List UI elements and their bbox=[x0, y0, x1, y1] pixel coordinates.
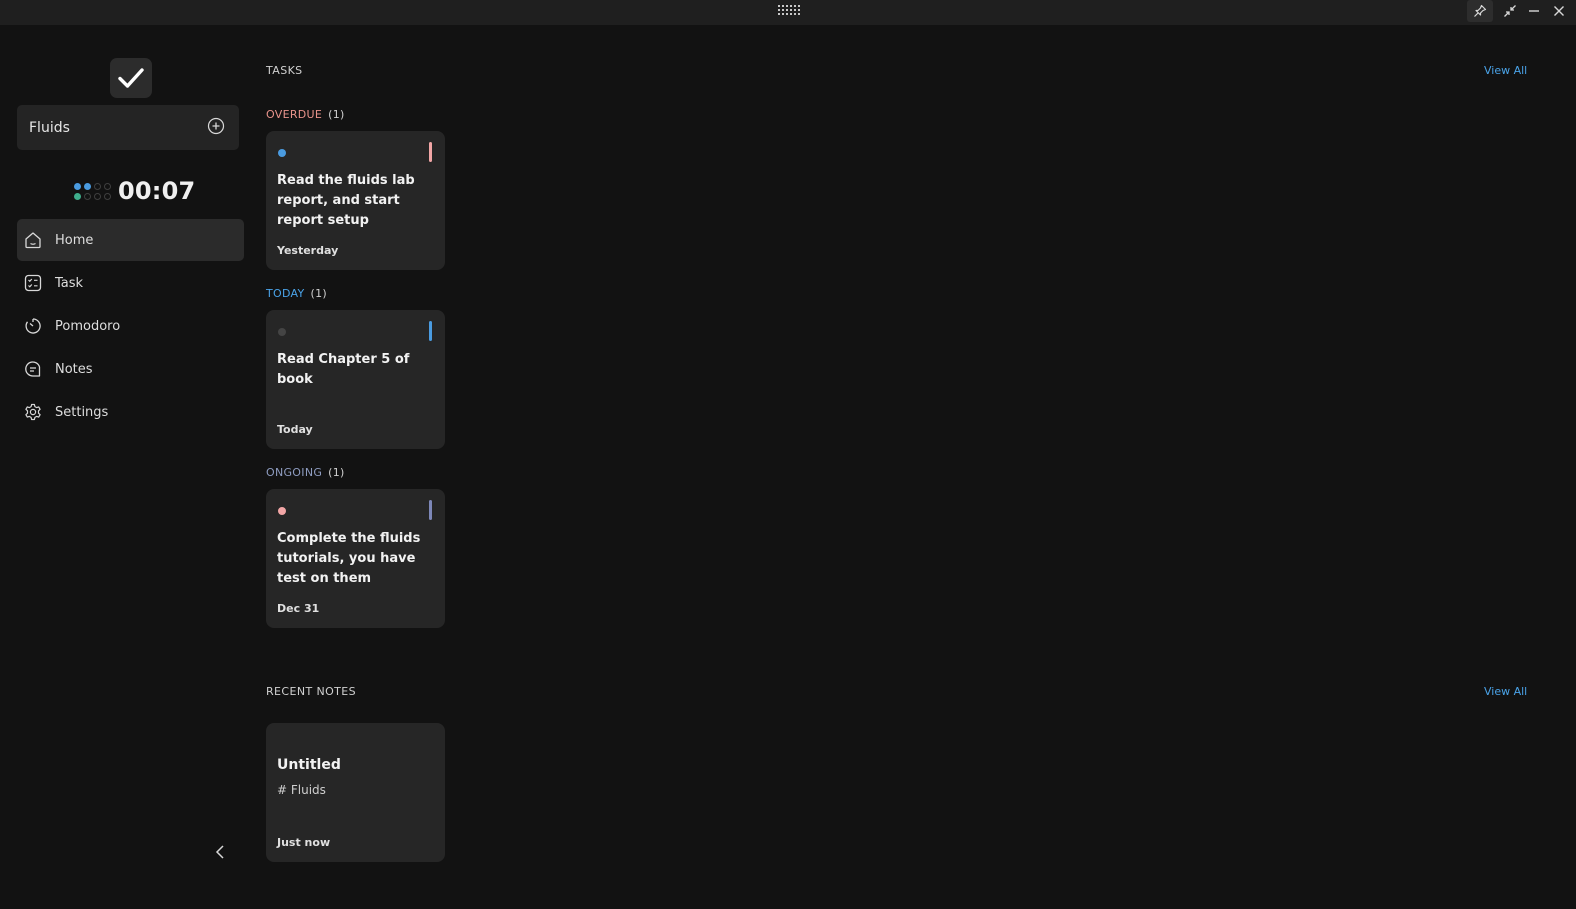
task-title: Read the fluids lab report, and start re… bbox=[277, 173, 415, 228]
session-dots-icon bbox=[74, 182, 111, 200]
drag-grip-icon[interactable] bbox=[778, 5, 800, 17]
pomodoro-timer[interactable]: 00:07 bbox=[74, 176, 195, 206]
task-date: Yesterday bbox=[277, 244, 339, 257]
sidebar-item-label: Home bbox=[55, 232, 94, 248]
timer-icon bbox=[22, 315, 44, 337]
pin-button[interactable] bbox=[1467, 0, 1493, 22]
sidebar-item-label: Settings bbox=[55, 404, 109, 420]
group-count: (1) bbox=[310, 287, 328, 300]
sidebar-item-label: Notes bbox=[55, 361, 93, 377]
title-bar bbox=[0, 0, 1576, 25]
sidebar-item-task[interactable]: Task bbox=[17, 262, 244, 304]
priority-bar bbox=[429, 321, 432, 341]
task-card[interactable]: Read Chapter 5 of book Today bbox=[266, 310, 445, 449]
note-card[interactable]: Untitled # Fluids Just now bbox=[266, 723, 445, 862]
notes-view-all-link[interactable]: View All bbox=[1484, 685, 1527, 698]
group-count: (1) bbox=[328, 108, 345, 121]
app-logo bbox=[110, 58, 152, 98]
task-title: Complete the fluids tutorials, you have … bbox=[277, 531, 421, 586]
group-overdue-label: OVERDUE (1) bbox=[266, 108, 345, 121]
project-name: Fluids bbox=[29, 119, 70, 136]
group-name: ONGOING bbox=[266, 466, 323, 479]
sidebar-item-notes[interactable]: Notes bbox=[17, 348, 244, 390]
tasks-heading: TASKS bbox=[266, 64, 303, 77]
chevron-left-icon bbox=[215, 845, 224, 859]
minimize-icon bbox=[1529, 10, 1539, 12]
task-date: Dec 31 bbox=[277, 602, 320, 615]
project-color-dot bbox=[278, 149, 286, 157]
collapse-sidebar-button[interactable] bbox=[211, 842, 229, 862]
note-date: Just now bbox=[277, 836, 331, 849]
group-name: TODAY bbox=[266, 287, 305, 300]
home-icon bbox=[22, 229, 44, 251]
project-color-dot bbox=[278, 507, 286, 515]
task-title: Read Chapter 5 of book bbox=[277, 352, 410, 387]
notes-icon bbox=[22, 358, 44, 380]
group-count: (1) bbox=[328, 466, 345, 479]
timer-value: 00:07 bbox=[118, 177, 196, 205]
group-today-label: TODAY (1) bbox=[266, 287, 327, 300]
checklist-icon bbox=[22, 272, 44, 294]
task-card[interactable]: Complete the fluids tutorials, you have … bbox=[266, 489, 445, 628]
shrink-icon bbox=[1504, 5, 1516, 17]
minimize-button[interactable] bbox=[1521, 0, 1547, 22]
sidebar-item-label: Task bbox=[55, 275, 84, 291]
close-icon bbox=[1554, 6, 1564, 16]
priority-bar bbox=[429, 500, 432, 520]
tasks-view-all-link[interactable]: View All bbox=[1484, 64, 1527, 77]
project-selector[interactable]: Fluids bbox=[17, 105, 239, 150]
sidebar-nav: Home Task Pomodoro Notes Settings bbox=[17, 219, 244, 434]
sidebar-item-label: Pomodoro bbox=[55, 318, 121, 334]
group-name: OVERDUE bbox=[266, 108, 323, 121]
recent-notes-heading: RECENT NOTES bbox=[266, 685, 357, 698]
gear-icon bbox=[22, 401, 44, 423]
plus-circle-icon[interactable] bbox=[207, 117, 225, 139]
task-card[interactable]: Read the fluids lab report, and start re… bbox=[266, 131, 445, 270]
group-ongoing-label: ONGOING (1) bbox=[266, 466, 345, 479]
shrink-button[interactable] bbox=[1497, 0, 1523, 22]
task-date: Today bbox=[277, 423, 313, 436]
priority-bar bbox=[429, 142, 432, 162]
note-tag: # Fluids bbox=[277, 783, 326, 797]
sidebar-item-settings[interactable]: Settings bbox=[17, 391, 244, 433]
note-title: Untitled bbox=[277, 757, 341, 773]
sidebar-item-pomodoro[interactable]: Pomodoro bbox=[17, 305, 244, 347]
sidebar-item-home[interactable]: Home bbox=[17, 219, 244, 261]
close-button[interactable] bbox=[1546, 0, 1572, 22]
pin-icon bbox=[1474, 4, 1487, 17]
project-color-dot bbox=[278, 328, 286, 336]
checkmark-icon bbox=[118, 68, 144, 88]
